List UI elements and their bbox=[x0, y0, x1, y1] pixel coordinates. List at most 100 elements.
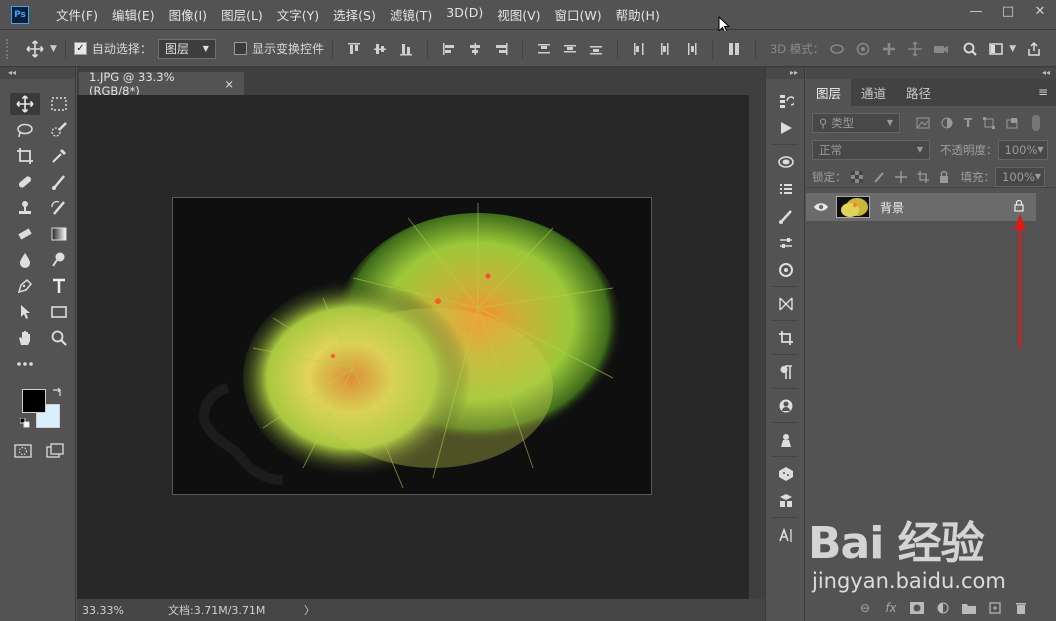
sliders-icon[interactable] bbox=[766, 229, 806, 256]
layer-visibility-toggle[interactable] bbox=[806, 202, 836, 212]
lasso-tool-icon[interactable] bbox=[10, 119, 40, 141]
auto-select-target-dropdown[interactable]: 图层 ▼ bbox=[157, 38, 216, 59]
distribute-bottom-icon[interactable] bbox=[588, 41, 604, 57]
puppet-icon[interactable] bbox=[766, 426, 806, 453]
collapse-arrows-icon[interactable]: ◂◂ bbox=[806, 67, 1056, 79]
blend-mode-dropdown[interactable]: 正常 ▼ bbox=[812, 139, 930, 160]
workspace-icon[interactable] bbox=[988, 41, 1004, 57]
maximize-button[interactable]: □ bbox=[992, 0, 1024, 22]
auto-select-checkbox[interactable]: ✓ bbox=[73, 42, 87, 55]
filter-toggle-icon[interactable] bbox=[1032, 114, 1041, 131]
history-panel-icon[interactable] bbox=[766, 87, 806, 114]
adjustment-icon[interactable] bbox=[930, 602, 956, 614]
lock-position-icon[interactable] bbox=[894, 170, 907, 183]
history-brush-tool-icon[interactable] bbox=[44, 197, 74, 219]
type-tool-icon[interactable] bbox=[44, 275, 74, 297]
layer-row[interactable]: 背景 bbox=[806, 193, 1036, 221]
distribute-left-icon[interactable] bbox=[631, 41, 647, 57]
lock-transparent-icon[interactable] bbox=[850, 170, 863, 183]
align-left-icon[interactable] bbox=[441, 41, 457, 57]
status-menu-arrow[interactable]: 〉 bbox=[304, 602, 315, 618]
menu-filter[interactable]: 滤镜(T) bbox=[383, 5, 439, 24]
zoom-tool-icon[interactable] bbox=[44, 327, 74, 349]
menu-edit[interactable]: 编辑(E) bbox=[105, 5, 162, 24]
menu-image[interactable]: 图像(I) bbox=[162, 5, 214, 24]
tab-paths[interactable]: 路径 bbox=[896, 79, 941, 106]
tab-layers[interactable]: 图层 bbox=[806, 79, 852, 106]
close-button[interactable]: ✕ bbox=[1024, 0, 1056, 22]
path-select-tool-icon[interactable] bbox=[10, 301, 40, 323]
folder-icon[interactable] bbox=[956, 602, 982, 614]
brush-panel-icon[interactable] bbox=[766, 202, 806, 229]
menu-window[interactable]: 窗口(W) bbox=[548, 5, 609, 24]
foreground-color-swatch[interactable] bbox=[22, 389, 46, 413]
adjustments-list-icon[interactable] bbox=[766, 175, 806, 202]
minimize-button[interactable]: — bbox=[960, 0, 992, 22]
crop-panel-icon[interactable] bbox=[766, 324, 806, 351]
align-top-icon[interactable] bbox=[346, 41, 362, 57]
canvas-area[interactable] bbox=[77, 95, 749, 599]
filter-type-icon[interactable]: T bbox=[964, 116, 972, 130]
align-bottom-icon[interactable] bbox=[398, 41, 414, 57]
menu-view[interactable]: 视图(V) bbox=[490, 5, 547, 24]
distribute-right-icon[interactable] bbox=[683, 41, 699, 57]
paragraph-icon[interactable] bbox=[766, 358, 806, 385]
properties-icon[interactable] bbox=[766, 392, 806, 419]
auto-select-toggle[interactable]: ✓ 自动选择： bbox=[73, 40, 152, 57]
clone-stamp-tool-icon[interactable] bbox=[10, 197, 40, 219]
menu-select[interactable]: 选择(S) bbox=[326, 5, 383, 24]
3d-slide-icon[interactable] bbox=[907, 40, 923, 57]
panel-menu-icon[interactable]: ≡ bbox=[1038, 85, 1048, 99]
3d-camera-icon[interactable] bbox=[933, 41, 949, 57]
blur-tool-icon[interactable] bbox=[10, 249, 40, 271]
distribute-vcenter-icon[interactable] bbox=[562, 41, 578, 57]
swap-colors-icon[interactable] bbox=[52, 387, 62, 397]
healing-brush-tool-icon[interactable] bbox=[10, 171, 40, 193]
layer-name[interactable]: 背景 bbox=[880, 199, 904, 216]
new-layer-icon[interactable] bbox=[982, 602, 1008, 614]
actions-play-icon[interactable] bbox=[766, 114, 806, 141]
trash-icon[interactable] bbox=[1008, 602, 1034, 614]
align-right-icon[interactable] bbox=[493, 41, 509, 57]
filter-smart-object-icon[interactable] bbox=[1006, 117, 1018, 129]
zoom-level[interactable]: 33.33% bbox=[82, 604, 142, 617]
filter-adjustment-icon[interactable] bbox=[941, 117, 953, 129]
character-icon[interactable] bbox=[766, 521, 806, 548]
marquee-tool-icon[interactable] bbox=[44, 93, 74, 115]
rectangle-tool-icon[interactable] bbox=[44, 301, 74, 323]
lock-artboard-icon[interactable] bbox=[916, 170, 929, 183]
more-tools-icon[interactable] bbox=[10, 353, 40, 375]
screen-mode-icon[interactable] bbox=[46, 443, 66, 459]
share-icon[interactable] bbox=[1026, 41, 1042, 57]
eraser-tool-icon[interactable] bbox=[10, 223, 40, 245]
distribute-top-icon[interactable] bbox=[536, 41, 552, 57]
quick-select-tool-icon[interactable] bbox=[44, 119, 74, 141]
menu-help[interactable]: 帮助(H) bbox=[609, 5, 667, 24]
libraries-icon[interactable] bbox=[766, 148, 806, 175]
filter-pixel-icon[interactable] bbox=[916, 117, 930, 129]
distribute-hcenter-icon[interactable] bbox=[657, 41, 673, 57]
quick-mask-icon[interactable] bbox=[14, 443, 32, 459]
default-colors-icon[interactable] bbox=[20, 418, 30, 428]
move-tool-icon[interactable] bbox=[10, 93, 40, 115]
layer-lock-icon[interactable] bbox=[1014, 200, 1024, 212]
canvas-vertical-scrollbar[interactable] bbox=[749, 95, 765, 599]
lock-pixels-icon[interactable] bbox=[873, 171, 885, 183]
auto-align-icon[interactable] bbox=[726, 41, 742, 57]
fx-icon[interactable]: fx bbox=[878, 601, 904, 615]
align-vcenter-icon[interactable] bbox=[372, 41, 388, 57]
eyedropper-tool-icon[interactable] bbox=[44, 145, 74, 167]
3d-orbit-icon[interactable] bbox=[829, 41, 845, 57]
hand-tool-icon[interactable] bbox=[10, 327, 40, 349]
3d-roll-icon[interactable] bbox=[855, 41, 871, 57]
align-hcenter-icon[interactable] bbox=[467, 41, 483, 57]
collapse-arrows-icon[interactable]: ▸▸ bbox=[766, 67, 804, 79]
collapse-arrows-icon[interactable]: ◂◂ bbox=[0, 67, 75, 79]
layer-filter-dropdown[interactable]: ⚲ 类型 ▼ bbox=[812, 112, 900, 133]
show-transform-checkbox[interactable] bbox=[233, 42, 247, 55]
pen-tool-icon[interactable] bbox=[10, 275, 40, 297]
menu-file[interactable]: 文件(F) bbox=[49, 5, 105, 24]
menu-type[interactable]: 文字(Y) bbox=[270, 5, 326, 24]
3d-drag-icon[interactable] bbox=[881, 41, 897, 57]
navigator-icon[interactable] bbox=[766, 256, 806, 283]
